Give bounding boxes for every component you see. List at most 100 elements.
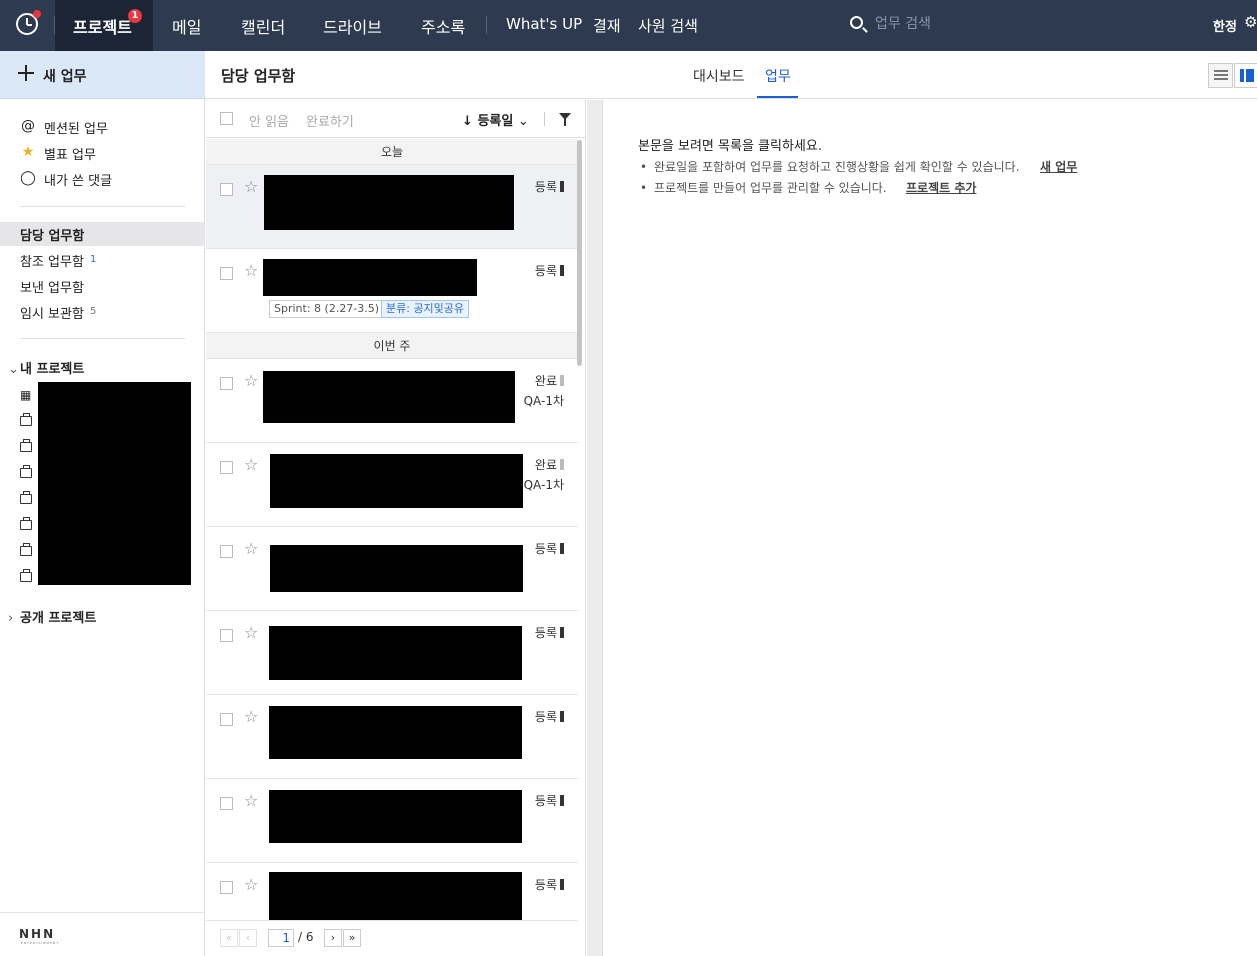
complete-button[interactable]: 완료하기	[306, 111, 354, 130]
star-icon[interactable]: ☆	[244, 455, 258, 474]
mark-unread-button[interactable]: 안 읽음	[249, 111, 289, 130]
folder-icon[interactable]	[20, 491, 32, 504]
sidebar: 새 업무 @ 멘션된 업무 ★ 별표 업무 ◯ 내가 쓴 댓글 담당 업무함 참…	[0, 51, 205, 956]
next-page-button[interactable]: ›	[324, 929, 342, 947]
list-item[interactable]: ☆ Sprint: 8 (2.27-3.5) 분류: 공지및공유 등록	[206, 249, 578, 333]
list-item[interactable]: ☆ 등록	[206, 695, 578, 779]
star-icon[interactable]: ☆	[244, 539, 258, 558]
folder-icon[interactable]	[20, 569, 32, 582]
prev-page-button[interactable]: ‹	[239, 929, 257, 947]
list-item[interactable]: ☆ 완료 QA-1차	[206, 359, 578, 443]
select-all-checkbox[interactable]	[220, 112, 233, 125]
sidebar-item-my-comments[interactable]: ◯ 내가 쓴 댓글	[0, 166, 205, 190]
sort-dropdown[interactable]: ↓ 등록일 ⌄	[462, 110, 529, 129]
search-input[interactable]	[875, 13, 1025, 35]
page-title: 담당 업무함	[221, 67, 296, 85]
count-badge: 1	[90, 254, 97, 265]
page-total: / 6	[298, 930, 314, 944]
star-icon[interactable]: ☆	[244, 707, 258, 726]
language-selector[interactable]: 한정	[1213, 16, 1237, 35]
sidebar-item-starred[interactable]: ★ 별표 업무	[0, 140, 205, 164]
item-checkbox[interactable]	[220, 183, 233, 196]
star-icon[interactable]: ☆	[244, 623, 258, 642]
nav-mail[interactable]: 메일	[172, 14, 201, 38]
star-icon: ★	[21, 144, 35, 160]
public-projects-header[interactable]: › 공개 프로젝트	[8, 607, 96, 626]
list-item[interactable]: ☆ 등록	[206, 527, 578, 611]
star-icon[interactable]: ☆	[244, 875, 258, 894]
redacted-title	[269, 872, 522, 925]
sidebar-item-label: 보낸 업무함	[20, 281, 84, 296]
nav-address-book[interactable]: 주소록	[421, 14, 465, 38]
split-view-button[interactable]	[1234, 63, 1257, 88]
sidebar-item-assigned[interactable]: 담당 업무함	[0, 222, 205, 246]
pane-resizer[interactable]	[587, 100, 603, 956]
clock-icon[interactable]	[16, 10, 41, 35]
folder-icon[interactable]	[20, 413, 32, 426]
folder-icon[interactable]	[20, 517, 32, 530]
add-project-link[interactable]: 프로젝트 추가	[906, 179, 976, 196]
redacted-title	[269, 626, 522, 680]
toolbar-divider	[544, 112, 545, 126]
item-checkbox[interactable]	[220, 629, 233, 642]
notification-dot-icon	[33, 10, 41, 18]
nav-whats-up[interactable]: What's UP	[506, 15, 582, 33]
list-view-button[interactable]	[1208, 63, 1233, 88]
notification-badge: 1	[128, 9, 142, 23]
list-item[interactable]: ☆ 등록	[206, 611, 578, 695]
star-icon[interactable]: ☆	[244, 791, 258, 810]
folder-icon[interactable]	[20, 439, 32, 452]
list-scrollbar[interactable]	[577, 140, 582, 366]
list-item[interactable]: ☆ 등록	[206, 165, 578, 249]
item-checkbox[interactable]	[220, 713, 233, 726]
folder-icon[interactable]	[20, 465, 32, 478]
redacted-title	[269, 790, 522, 843]
folder-icon[interactable]	[20, 543, 32, 556]
status-badge: 등록	[535, 707, 564, 727]
sidebar-item-drafts[interactable]: 임시 보관함 5	[0, 300, 205, 324]
star-icon[interactable]: ☆	[244, 371, 258, 390]
new-task-link[interactable]: 새 업무	[1040, 158, 1077, 175]
nav-employee-search[interactable]: 사원 검색	[638, 15, 698, 36]
detail-pane: 본문을 보려면 목록을 클릭하세요. • 완료일을 포함하여 업무를 요청하고 진…	[604, 100, 1257, 956]
tab-tasks[interactable]: 업무	[765, 66, 791, 86]
last-page-button[interactable]: »	[343, 929, 361, 947]
sidebar-item-label: 멘션된 업무	[44, 122, 108, 137]
redacted-project-list	[38, 382, 191, 585]
status-badge: 등록	[535, 875, 564, 895]
item-checkbox[interactable]	[220, 797, 233, 810]
nhn-logo: NHN	[19, 927, 56, 941]
my-projects-header[interactable]: ⌄내 프로젝트	[8, 358, 84, 377]
item-checkbox[interactable]	[220, 545, 233, 558]
page-input[interactable]: 1	[268, 929, 294, 947]
sidebar-item-mentioned[interactable]: @ 멘션된 업무	[0, 114, 205, 138]
filter-icon[interactable]	[559, 113, 571, 126]
status-badge: 등록	[535, 791, 564, 811]
first-page-button[interactable]: «	[220, 929, 238, 947]
sidebar-item-sent[interactable]: 보낸 업무함	[0, 274, 205, 298]
star-icon[interactable]: ☆	[244, 261, 258, 280]
item-checkbox[interactable]	[220, 377, 233, 390]
pagination: « ‹ 1 / 6 › »	[206, 920, 578, 956]
item-checkbox[interactable]	[220, 461, 233, 474]
sidebar-item-reference[interactable]: 참조 업무함 1	[0, 248, 205, 272]
search-icon[interactable]	[850, 16, 863, 29]
empty-detail-message: 본문을 보려면 목록을 클릭하세요.	[638, 139, 822, 154]
list-toolbar: 안 읽음 완료하기 ↓ 등록일 ⌄	[206, 100, 586, 138]
new-task-button[interactable]: 새 업무	[0, 51, 205, 99]
item-checkbox[interactable]	[220, 267, 233, 280]
list-item[interactable]: ☆ 완료 QA-1차	[206, 443, 578, 527]
divider	[0, 912, 205, 913]
item-checkbox[interactable]	[220, 881, 233, 894]
nav-drive[interactable]: 드라이브	[323, 14, 382, 38]
nav-projects[interactable]: 프로젝트	[73, 14, 132, 38]
gear-icon[interactable]: ⚙	[1244, 13, 1257, 31]
nav-approval[interactable]: 결재	[593, 15, 621, 36]
star-icon[interactable]: ☆	[244, 177, 258, 196]
nav-calendar[interactable]: 캘린더	[241, 14, 285, 38]
divider	[20, 206, 185, 207]
tab-dashboard[interactable]: 대시보드	[693, 66, 745, 86]
list-item[interactable]: ☆ 등록	[206, 779, 578, 863]
chevron-down-icon: ⌄	[517, 114, 529, 129]
sidebar-item-label: 내가 쓴 댓글	[44, 174, 113, 189]
